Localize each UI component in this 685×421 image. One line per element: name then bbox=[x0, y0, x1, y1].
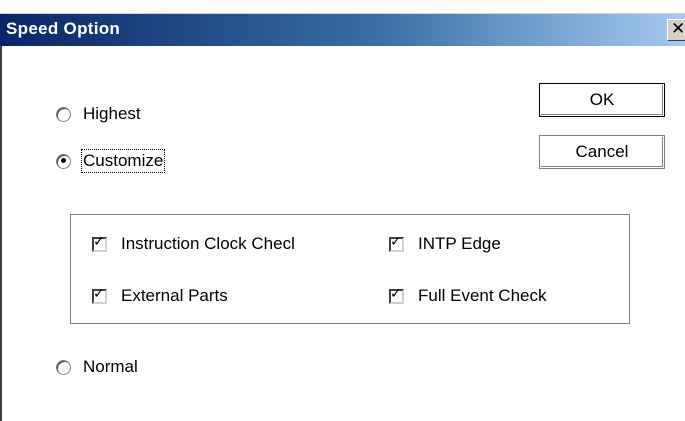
checkbox-checked-icon[interactable]: ✓ bbox=[389, 233, 404, 252]
checkbox-label: Instruction Clock Checl bbox=[121, 234, 295, 253]
check-mark-icon: ✓ bbox=[390, 233, 402, 250]
radio-circle-icon[interactable] bbox=[56, 106, 71, 122]
radio-highest-label: Highest bbox=[83, 104, 141, 123]
window-title: Speed Option bbox=[6, 19, 121, 38]
checkbox-checked-icon[interactable]: ✓ bbox=[92, 233, 107, 252]
title-bar[interactable]: Speed Option ✕ bbox=[0, 14, 685, 46]
checkbox-label: External Parts bbox=[121, 286, 228, 305]
radio-dot-icon bbox=[60, 158, 66, 163]
radio-customize-label: Customize bbox=[80, 149, 166, 173]
checkbox-checked-icon[interactable]: ✓ bbox=[92, 285, 107, 304]
checkbox-label: Full Event Check bbox=[418, 286, 547, 305]
cancel-button[interactable]: Cancel bbox=[539, 135, 665, 169]
checkbox-external-parts[interactable]: ✓ External Parts bbox=[92, 285, 228, 307]
speed-option-dialog: Speed Option ✕ Highest Customize Normal … bbox=[0, 0, 685, 421]
radio-highest[interactable]: Highest bbox=[56, 103, 141, 125]
checkbox-instruction-clock-check[interactable]: ✓ Instruction Clock Checl bbox=[92, 233, 364, 255]
window-left-border bbox=[0, 46, 2, 421]
checkbox-full-event-check[interactable]: ✓ Full Event Check bbox=[389, 285, 547, 307]
radio-normal-label: Normal bbox=[83, 357, 138, 376]
radio-customize[interactable]: Customize bbox=[56, 149, 166, 173]
check-mark-icon: ✓ bbox=[93, 285, 105, 302]
radio-normal[interactable]: Normal bbox=[56, 356, 138, 378]
ok-button[interactable]: OK bbox=[539, 83, 665, 117]
close-icon: ✕ bbox=[671, 19, 685, 39]
checkbox-intp-edge[interactable]: ✓ INTP Edge bbox=[389, 233, 501, 255]
check-mark-icon: ✓ bbox=[390, 285, 402, 302]
check-mark-icon: ✓ bbox=[93, 233, 105, 250]
checkbox-label: INTP Edge bbox=[418, 234, 501, 253]
customize-options-group: ✓ Instruction Clock Checl ✓ INTP Edge ✓ … bbox=[70, 214, 630, 324]
radio-circle-icon[interactable] bbox=[56, 359, 71, 375]
checkbox-checked-icon[interactable]: ✓ bbox=[389, 285, 404, 304]
close-button[interactable]: ✕ bbox=[667, 19, 685, 41]
radio-selected-icon[interactable] bbox=[56, 153, 71, 169]
